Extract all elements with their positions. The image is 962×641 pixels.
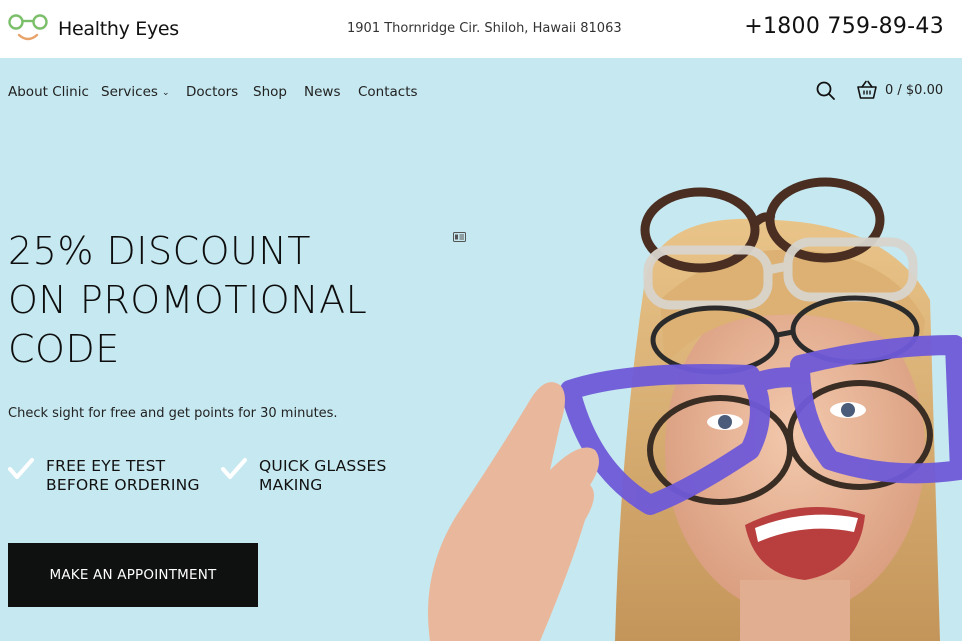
feature-text: FREE EYE TEST BEFORE ORDERING [46,457,200,495]
hero-subtitle: Check sight for free and get points for … [8,406,338,421]
checkmark-icon [221,458,247,479]
nav-item-services[interactable]: Services ⌄ [101,84,169,100]
hero-title-line: ON PROMOTIONAL [8,278,368,322]
feature-line: QUICK GLASSES [259,457,387,475]
hero-photo-woman-with-glasses [428,177,962,641]
hero-title-line: 25% DISCOUNT [8,229,312,273]
glasses-logo-icon [8,14,48,41]
feature-free-eye-test: FREE EYE TEST BEFORE ORDERING [8,457,200,495]
basket-icon [857,80,877,99]
hero-title-line: CODE [8,327,120,371]
hero-title: 25% DISCOUNT ON PROMOTIONAL CODE [8,227,438,374]
chevron-down-icon: ⌄ [161,88,170,98]
clinic-address: 1901 Thornridge Cir. Shiloh, Hawaii 8106… [347,21,622,36]
checkmark-icon [8,458,34,479]
nav-item-contacts[interactable]: Contacts [358,84,418,100]
nav-item-news[interactable]: News [304,84,340,100]
brand-name: Healthy Eyes [58,18,179,40]
logo[interactable]: Healthy Eyes [8,12,179,46]
cart-summary: 0 / $0.00 [885,82,944,98]
feature-line: BEFORE ORDERING [46,476,200,494]
feature-quick-glasses: QUICK GLASSES MAKING [221,457,387,495]
phone-number[interactable]: +1800 759-89-43 [744,14,944,39]
feature-line: MAKING [259,476,323,494]
make-appointment-button[interactable]: MAKE AN APPOINTMENT [8,543,258,607]
main-navigation: About Clinic Services ⌄ Doctors Shop News… [0,58,962,124]
cart-button[interactable]: 0 / $0.00 [857,80,943,100]
nav-item-shop[interactable]: Shop [253,84,287,100]
top-bar: Healthy Eyes 1901 Thornridge Cir. Shiloh… [0,0,962,58]
nav-item-services-label: Services [101,84,158,100]
feature-text: QUICK GLASSES MAKING [259,457,387,495]
search-icon[interactable] [815,80,837,102]
card-icon [453,232,466,242]
nav-item-doctors[interactable]: Doctors [186,84,238,100]
nav-item-about-clinic[interactable]: About Clinic [8,84,89,100]
feature-line: FREE EYE TEST [46,457,166,475]
